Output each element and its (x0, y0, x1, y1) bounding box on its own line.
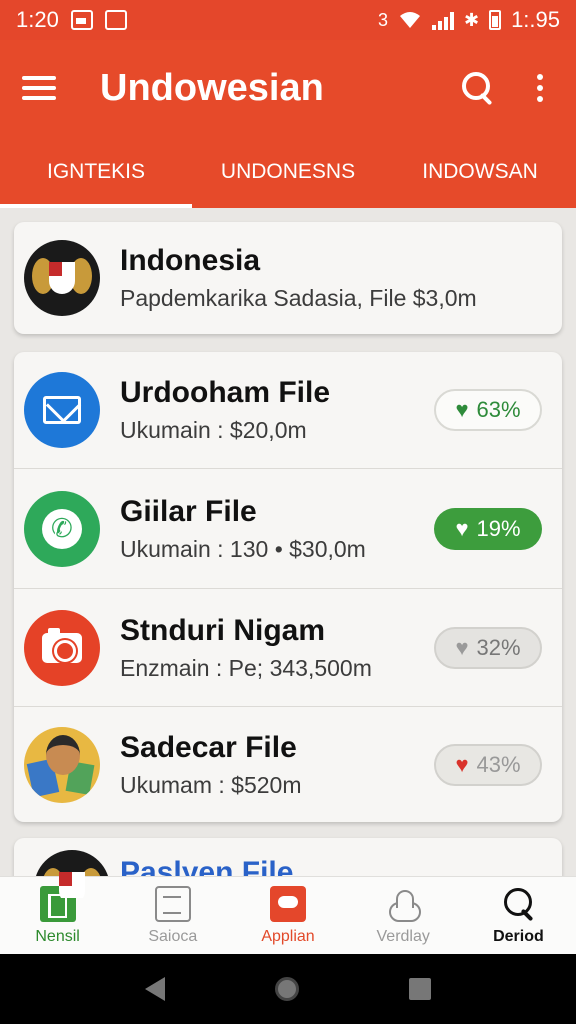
tab-label: INDOWSAN (422, 160, 538, 183)
item-subtitle: Ukumam : $520m (120, 771, 302, 798)
chat-icon (270, 886, 306, 922)
featured-subtitle: Papdemkarika Sadasia, File $3,0m (120, 285, 477, 311)
system-navigation-bar (0, 954, 576, 1024)
list-item[interactable]: Sadecar File Ukumam : $520m ♥ 43% (14, 706, 562, 822)
search-icon (500, 886, 536, 922)
featured-title: Indonesia (120, 244, 261, 277)
image-notification-icon (70, 10, 93, 30)
nav-label: Verdlay (376, 928, 430, 945)
signal-icon (431, 10, 454, 30)
nav-label: Applian (261, 928, 315, 945)
tab-igntekis[interactable]: IGNTEKIS (0, 136, 192, 208)
camera-icon (24, 609, 100, 686)
item-subtitle: Ukumain : 130 • $30,0m (120, 535, 366, 562)
item-subtitle: Ukumain : $20,0m (120, 417, 307, 443)
nav-item-nensil[interactable]: Nensil (0, 877, 115, 954)
status-clock-right: 1:.95 (511, 7, 560, 32)
nav-item-saioca[interactable]: Saioca (115, 877, 230, 954)
heart-icon: ♥ (455, 751, 469, 777)
mail-icon (24, 372, 100, 448)
emblem-icon (24, 240, 100, 316)
tab-undonesns[interactable]: UNDONESNS (192, 136, 384, 208)
heart-icon: ♥ (455, 634, 469, 660)
rating-badge[interactable]: ♥ 19% (434, 507, 542, 550)
featured-card[interactable]: Indonesia Papdemkarika Sadasia, File $3,… (14, 222, 562, 334)
tab-indowsan[interactable]: INDOWSAN (384, 136, 576, 208)
badge-value: 63% (476, 397, 521, 422)
back-icon[interactable] (145, 977, 165, 1001)
collage-icon (24, 726, 100, 803)
battery-icon (489, 10, 502, 30)
tab-label: IGNTEKIS (46, 160, 146, 183)
wifi-icon (399, 12, 420, 28)
tab-label: UNDONESNS (220, 160, 356, 183)
more-options-icon[interactable] (520, 68, 560, 108)
item-title: Sadecar File (120, 730, 297, 764)
bottom-navigation: Nensil Saioca Applian Verdlay Deriod (0, 876, 576, 954)
cloud-icon (385, 886, 422, 922)
menu-icon[interactable] (22, 76, 56, 100)
app-bar: Undowesian (0, 40, 576, 136)
nav-label: Deriod (493, 928, 544, 945)
list-item[interactable]: Giilar File Ukumain : 130 • $30,0m ♥ 19% (14, 468, 562, 588)
bluetooth-icon: ✱ (463, 9, 480, 30)
badge-value: 32% (476, 634, 521, 660)
nav-label: Nensil (35, 928, 80, 945)
app-title: Undowesian (100, 66, 324, 109)
file-list-card: Urdooham File Ukumain : $20,0m ♥ 63% Gii… (14, 352, 562, 822)
phone-icon (24, 490, 100, 567)
tab-bar: IGNTEKIS UNDONESNS INDOWSAN (0, 136, 576, 208)
list-item[interactable]: Stnduri Nigam Enzmain : Pe; 343,500m ♥ 3… (14, 588, 562, 706)
status-time: 1:20 (16, 7, 59, 32)
item-title: Giilar File (120, 494, 257, 528)
nav-item-verdlay[interactable]: Verdlay (346, 877, 461, 954)
vibrate-indicator: 3 (377, 9, 388, 30)
badge-value: 19% (476, 515, 521, 541)
item-subtitle: Enzmain : Pe; 343,500m (120, 654, 372, 681)
recent-apps-icon[interactable] (409, 978, 431, 1000)
search-icon[interactable] (458, 68, 498, 108)
item-title: Urdooham File (120, 376, 331, 409)
badge-value: 43% (476, 751, 521, 777)
rating-badge[interactable]: ♥ 32% (434, 626, 542, 669)
heart-icon: ♥ (455, 397, 469, 422)
status-bar: 1:20 3 ✱ 1:.95 (0, 0, 576, 40)
item-title: Stnduri Nigam (120, 613, 326, 647)
list-item[interactable]: Urdooham File Ukumain : $20,0m ♥ 63% (14, 352, 562, 468)
nav-label: Saioca (148, 928, 198, 945)
rating-badge[interactable]: ♥ 63% (434, 389, 542, 431)
rating-badge[interactable]: ♥ 43% (434, 743, 542, 786)
heart-icon: ♥ (455, 515, 469, 541)
nav-item-deriod[interactable]: Deriod (461, 877, 576, 954)
home-icon[interactable] (275, 977, 299, 1001)
nav-item-applian[interactable]: Applian (230, 877, 345, 954)
document-icon (154, 886, 191, 922)
app-notification-icon (104, 10, 127, 30)
